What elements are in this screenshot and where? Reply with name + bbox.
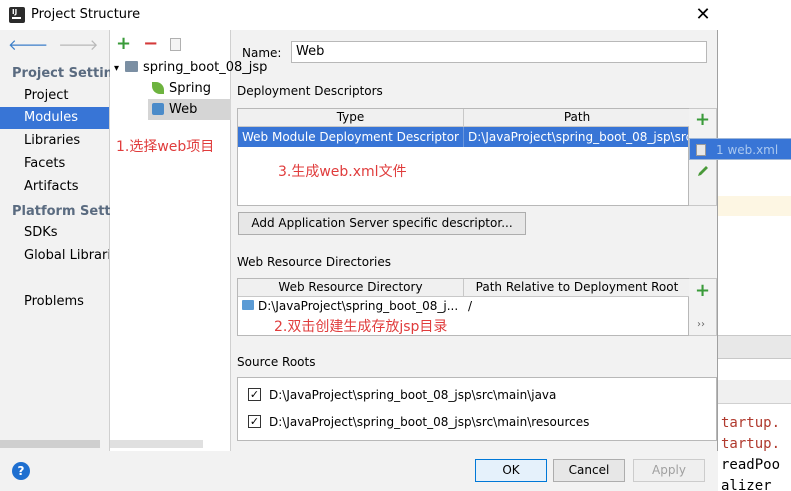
web-resource-dir-cell[interactable]: D:\JavaProject\spring_boot_08_j... bbox=[238, 296, 464, 316]
source-root-resources[interactable]: ✓ D:\JavaProject\spring_boot_08_jsp\src\m… bbox=[244, 412, 704, 432]
help-icon[interactable]: ? bbox=[12, 462, 30, 480]
console-line: readPoo bbox=[721, 457, 781, 473]
web-resource-tools: + ›› bbox=[689, 278, 717, 336]
cancel-button[interactable]: Cancel bbox=[553, 459, 625, 482]
tree-node-web[interactable]: Web bbox=[148, 99, 231, 120]
tree-scrollbar[interactable] bbox=[110, 440, 203, 448]
deployment-descriptors-title: Deployment Descriptors bbox=[237, 84, 383, 98]
apply-button[interactable]: Apply bbox=[633, 459, 705, 482]
module-tree-panel: + − ▾ spring_boot_08_jsp Spring Web 1.选择we… bbox=[110, 30, 267, 451]
xml-file-icon bbox=[696, 144, 706, 156]
tree-node-label: Spring bbox=[169, 81, 211, 96]
column-header-relative-path[interactable]: Path Relative to Deployment Root bbox=[464, 279, 690, 297]
remove-icon[interactable]: − bbox=[143, 33, 158, 54]
descriptor-path-cell[interactable]: D:\JavaProject\spring_boot_08_jsp\src bbox=[464, 127, 688, 147]
settings-nav: 🡐 🡒 Project Settings Project Modules Libr… bbox=[0, 30, 141, 451]
descriptor-popup-item[interactable]: 1 web.xml bbox=[689, 138, 791, 160]
background-console: tartup. tartup. readPoo alizer bbox=[721, 413, 791, 491]
background-editor: tartup. tartup. readPoo alizer bbox=[718, 0, 791, 491]
source-root-path: D:\JavaProject\spring_boot_08_jsp\src\ma… bbox=[269, 388, 557, 402]
name-input[interactable]: Web bbox=[291, 41, 707, 63]
back-arrow-icon[interactable]: 🡐 bbox=[8, 36, 48, 54]
nav-item-problems[interactable]: Problems bbox=[0, 291, 109, 313]
tree-node-module[interactable]: ▾ spring_boot_08_jsp bbox=[114, 57, 267, 78]
tree-node-spring[interactable]: Spring bbox=[152, 78, 211, 99]
spring-leaf-icon bbox=[152, 81, 164, 94]
add-descriptor-icon[interactable]: + bbox=[695, 109, 710, 130]
add-web-resource-icon[interactable]: + bbox=[695, 280, 710, 301]
source-root-checkbox[interactable]: ✓ bbox=[248, 415, 261, 428]
source-roots-title: Source Roots bbox=[237, 355, 316, 369]
web-folder-icon bbox=[242, 300, 254, 310]
nav-item-libraries[interactable]: Libraries bbox=[0, 130, 109, 152]
source-roots-list: ✓ D:\JavaProject\spring_boot_08_jsp\src\m… bbox=[237, 377, 717, 441]
nav-item-global-libraries[interactable]: Global Libraries bbox=[0, 245, 109, 267]
ok-button[interactable]: OK bbox=[475, 459, 547, 482]
column-header-path[interactable]: Path bbox=[464, 109, 690, 127]
editor-highlight-line bbox=[718, 196, 791, 216]
nav-item-project[interactable]: Project bbox=[0, 85, 109, 107]
forward-arrow-icon[interactable]: 🡒 bbox=[58, 36, 98, 54]
source-root-checkbox[interactable]: ✓ bbox=[248, 388, 261, 401]
expand-icon[interactable]: ▾ bbox=[114, 63, 119, 74]
project-structure-dialog: IJ Project Structure ✕ 🡐 🡒 Project Settin… bbox=[0, 0, 718, 491]
tree-node-label: Web bbox=[169, 102, 198, 117]
web-facet-icon bbox=[152, 102, 164, 115]
window-title: Project Structure bbox=[31, 7, 141, 22]
nav-scrollbar[interactable] bbox=[0, 440, 100, 448]
intellij-app-icon: IJ bbox=[9, 7, 25, 23]
edit-pencil-icon[interactable] bbox=[697, 165, 709, 177]
add-server-descriptor-button[interactable]: Add Application Server specific descript… bbox=[238, 212, 526, 235]
column-header-type[interactable]: Type bbox=[238, 109, 464, 127]
name-label: Name: bbox=[242, 46, 282, 60]
nav-item-modules[interactable]: Modules bbox=[0, 107, 109, 129]
web-resource-rel-cell[interactable]: / bbox=[464, 296, 688, 316]
dialog-footer: ? OK Cancel Apply bbox=[0, 451, 718, 491]
deployment-descriptors-table: Type Path Web Module Deployment Descript… bbox=[237, 108, 690, 206]
web-resource-table: Web Resource Directory Path Relative to … bbox=[237, 278, 690, 336]
add-icon[interactable]: + bbox=[116, 33, 131, 54]
close-icon[interactable]: ✕ bbox=[692, 4, 714, 26]
nav-item-artifacts[interactable]: Artifacts bbox=[0, 176, 109, 198]
annotation-step1: 1.选择web项目 bbox=[116, 139, 215, 155]
module-folder-icon bbox=[125, 61, 139, 72]
source-root-java[interactable]: ✓ D:\JavaProject\spring_boot_08_jsp\src\m… bbox=[244, 385, 704, 405]
column-header-web-resource-directory[interactable]: Web Resource Directory bbox=[238, 279, 464, 297]
annotation-step3: 3.生成web.xml文件 bbox=[278, 164, 407, 180]
copy-icon[interactable] bbox=[170, 37, 182, 51]
console-line: tartup. bbox=[721, 415, 781, 431]
console-line: tartup. bbox=[721, 436, 781, 452]
nav-item-facets[interactable]: Facets bbox=[0, 153, 109, 175]
popup-item-label: 1 web.xml bbox=[716, 143, 779, 157]
more-icon[interactable]: ›› bbox=[697, 319, 705, 330]
descriptor-type-cell[interactable]: Web Module Deployment Descriptor bbox=[238, 127, 464, 147]
nav-item-sdks[interactable]: SDKs bbox=[0, 222, 109, 244]
add-server-descriptor-label: Add Application Server specific descript… bbox=[251, 216, 513, 230]
nav-arrows: 🡐 🡒 bbox=[8, 35, 98, 54]
annotation-step2: 2.双击创建生成存放jsp目录 bbox=[274, 319, 448, 335]
source-root-path: D:\JavaProject\spring_boot_08_jsp\src\ma… bbox=[269, 415, 590, 429]
web-resource-directories-title: Web Resource Directories bbox=[237, 255, 391, 269]
web-resource-dir-value: D:\JavaProject\spring_boot_08_j... bbox=[258, 299, 459, 313]
background-toolbar bbox=[718, 335, 791, 359]
web-facet-settings: Name: Web Deployment Descriptors Type Pa… bbox=[232, 30, 718, 451]
background-toolbar-2 bbox=[718, 380, 791, 404]
console-line: alizer bbox=[721, 478, 772, 491]
tree-toolbar: + − bbox=[116, 33, 182, 54]
title-bar: IJ Project Structure ✕ bbox=[0, 0, 718, 30]
